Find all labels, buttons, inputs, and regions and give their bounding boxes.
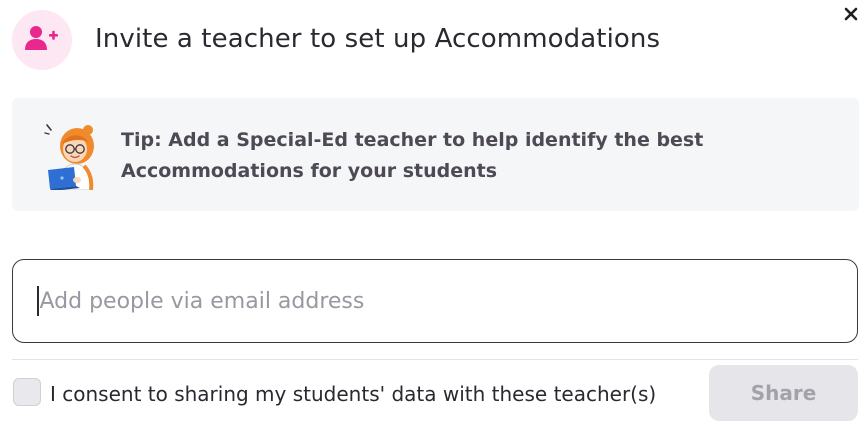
consent-label: I consent to sharing my students' data w…: [50, 382, 657, 406]
teacher-with-laptop-illustration: [44, 120, 102, 191]
divider: [12, 359, 858, 360]
tip-text-line-2: Accommodations for your students: [121, 160, 498, 182]
tip-text: Tip: Add a Special-Ed teacher to help id…: [121, 125, 821, 187]
tip-text-line-1: Tip: Add a Special-Ed teacher to help id…: [121, 129, 704, 151]
close-button[interactable]: [840, 4, 862, 26]
email-field[interactable]: [12, 259, 858, 343]
tip-banner: Tip: Add a Special-Ed teacher to help id…: [12, 98, 859, 211]
consent-checkbox[interactable]: [13, 378, 41, 406]
text-caret: [37, 286, 39, 316]
dialog-title: Invite a teacher to set up Accommodation…: [95, 24, 661, 54]
email-input[interactable]: [39, 288, 800, 314]
header-avatar: [12, 10, 72, 70]
add-user-icon: [25, 25, 59, 55]
share-button[interactable]: Share: [709, 365, 858, 421]
close-icon: [844, 6, 858, 25]
